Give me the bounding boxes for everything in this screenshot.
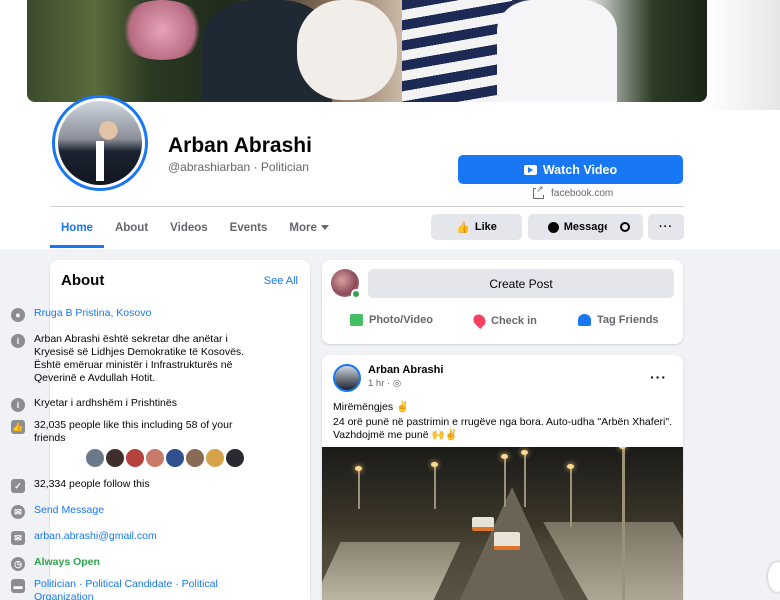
friend-avatar[interactable]: [84, 447, 106, 469]
about-email-row[interactable]: ✉ arban.abrashi@gmail.com: [11, 530, 251, 545]
messenger-icon: ✉: [11, 505, 25, 519]
friend-avatar[interactable]: [204, 447, 226, 469]
caret-down-icon: [320, 225, 329, 230]
like-button[interactable]: 👍 Like: [431, 214, 522, 240]
friend-avatar[interactable]: [164, 447, 186, 469]
thumbs-up-icon: 👍: [456, 221, 470, 234]
post-author-name[interactable]: Arban Abrashi: [368, 364, 443, 376]
follow-check-icon: ✓: [11, 479, 25, 493]
more-options-button[interactable]: ···: [648, 214, 684, 240]
tab-videos[interactable]: Videos: [159, 207, 219, 248]
post-author-avatar[interactable]: [333, 364, 361, 392]
messenger-icon: [547, 221, 559, 233]
page-title: Arban Abrashi: [168, 134, 312, 157]
thumbs-up-icon: 👍: [11, 420, 25, 434]
info-icon: i: [11, 398, 25, 412]
page-handle: @abrashiarban · Politician: [168, 160, 309, 174]
create-post-card: Create Post Photo/Video Check in Tag Fri…: [322, 260, 683, 344]
folder-icon: ▬: [11, 579, 25, 593]
about-category-row[interactable]: ▬ Politician · Political Candidate · Pol…: [11, 578, 251, 600]
search-icon: [620, 222, 630, 232]
location-pin-icon: ●: [11, 308, 25, 322]
about-position-row: i Kryetar i ardhshëm i Prishtinës: [11, 397, 251, 412]
post-timestamp[interactable]: 1 hr · ◎: [368, 378, 401, 389]
friend-avatar[interactable]: [184, 447, 206, 469]
friend-avatar[interactable]: [224, 447, 246, 469]
tab-events[interactable]: Events: [219, 207, 279, 248]
see-all-link[interactable]: See All: [264, 275, 298, 287]
clock-icon: ◷: [11, 557, 25, 571]
about-likes-row: 👍 32,035 people like this including 58 o…: [11, 419, 233, 444]
profile-avatar[interactable]: [52, 95, 148, 191]
tab-about[interactable]: About: [104, 207, 159, 248]
check-in-button[interactable]: Check in: [471, 312, 537, 329]
external-link-icon: [533, 184, 544, 199]
scroll-handle[interactable]: [768, 562, 780, 592]
about-message-row[interactable]: ✉ Send Message: [11, 504, 251, 519]
profile-tabs: Home About Videos Events More: [50, 207, 340, 248]
video-play-icon: [523, 164, 537, 175]
friend-avatar[interactable]: [104, 447, 126, 469]
header-edge-shade: [706, 0, 780, 110]
tag-friends-icon: [578, 314, 591, 326]
globe-icon: ◎: [392, 378, 402, 389]
friends-avatars[interactable]: [84, 447, 246, 469]
post-text: Mirëmëngjes ✌ 24 orë punë në pastrimin e…: [333, 401, 673, 441]
tag-friends-button[interactable]: Tag Friends: [578, 314, 659, 326]
about-hours-row: ◷ Always Open: [11, 556, 251, 571]
watch-video-button[interactable]: Watch Video: [458, 155, 683, 184]
post-photo[interactable]: [322, 447, 683, 600]
friend-avatar[interactable]: [124, 447, 146, 469]
friend-avatar[interactable]: [144, 447, 166, 469]
create-post-button[interactable]: Create Post: [368, 269, 674, 298]
online-status-dot: [351, 289, 361, 299]
about-address-row[interactable]: ● Rruga B Pristina, Kosovo: [11, 307, 251, 322]
envelope-icon: ✉: [11, 531, 25, 545]
tab-more[interactable]: More: [278, 207, 339, 248]
about-description-row: i Arban Abrashi është sekretar dhe anëta…: [11, 333, 251, 385]
photo-video-button[interactable]: Photo/Video: [350, 314, 433, 326]
about-follows-row: ✓ 32,334 people follow this: [11, 478, 251, 493]
tab-home[interactable]: Home: [50, 207, 104, 248]
post-options-button[interactable]: ···: [650, 369, 667, 385]
website-link[interactable]: facebook.com: [533, 184, 613, 199]
search-button[interactable]: [607, 214, 643, 240]
cover-photo[interactable]: [27, 0, 707, 102]
post-card: Arban Abrashi 1 hr · ◎ ··· Mirëmëngjes ✌…: [322, 355, 683, 600]
info-icon: i: [11, 334, 25, 348]
photo-icon: [350, 314, 363, 326]
location-pin-icon: [471, 312, 488, 329]
about-title: About: [61, 272, 105, 289]
